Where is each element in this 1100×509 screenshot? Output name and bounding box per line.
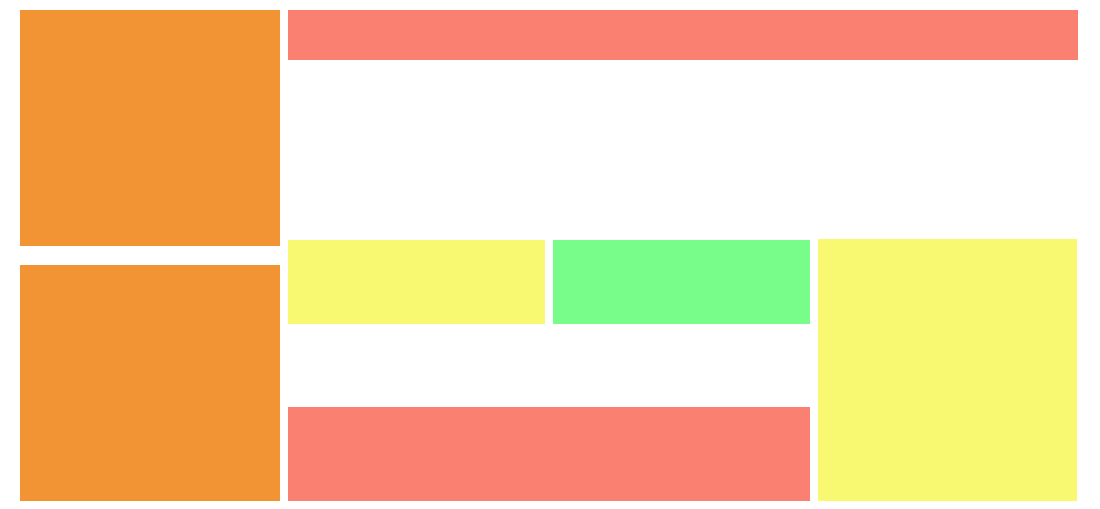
salmon-bar-top	[288, 10, 1078, 60]
salmon-block-bottom	[288, 407, 810, 501]
orange-block-top-left	[20, 10, 280, 246]
green-block-middle	[553, 240, 810, 324]
orange-block-bottom-left	[20, 265, 280, 501]
yellow-block-middle-left	[288, 240, 545, 324]
yellow-block-right-tall	[818, 239, 1077, 501]
layout-canvas	[0, 0, 1100, 509]
